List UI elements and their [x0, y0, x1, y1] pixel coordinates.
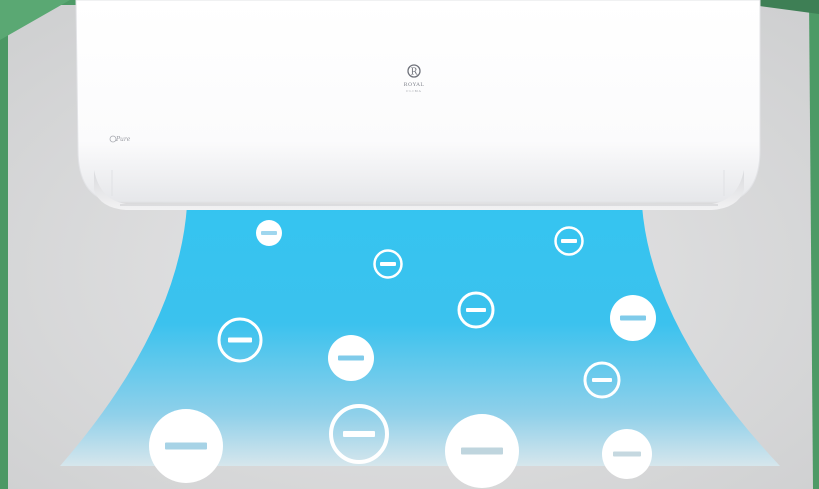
air-conditioner-unit [75, 0, 761, 210]
brand-name: ROYAL [403, 82, 425, 88]
ion-particle [256, 220, 282, 246]
ion-particle [328, 335, 374, 381]
ion-particle [610, 295, 656, 341]
scene-graphic: R [0, 0, 819, 489]
svg-text:R: R [411, 68, 418, 78]
ion-particle [149, 409, 223, 483]
ion-particle [602, 429, 652, 479]
ion-particle [445, 414, 519, 488]
brand-subline: CLIMA [406, 89, 422, 93]
model-label: Pure [116, 136, 131, 143]
air-conditioner-scene: R ROYAL CLIMA Pure [0, 0, 819, 489]
